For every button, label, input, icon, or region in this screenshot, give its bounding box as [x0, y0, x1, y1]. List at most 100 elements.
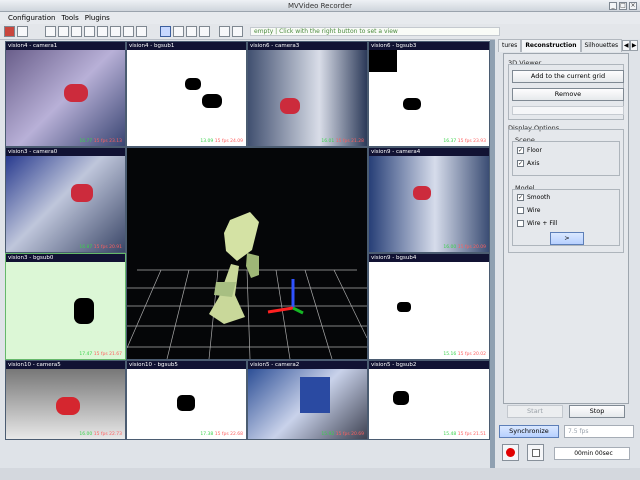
video-status: 15.48 15 fps 21.51 [443, 432, 486, 437]
video-label: vision5 - bgsub2 [369, 361, 489, 369]
video-grid: vision4 - camera1 16.77 15 fps 23.13 visi… [5, 41, 490, 440]
close-button[interactable]: × [629, 2, 637, 10]
axis-checkbox[interactable]: ✓ [517, 160, 524, 167]
window-title-bar: MVVideo Recorder _ □ × [0, 0, 640, 12]
video-frame-image [248, 369, 367, 439]
floor-checkbox[interactable]: ✓ [517, 147, 524, 154]
minimize-button[interactable]: _ [609, 2, 617, 10]
video-label: vision3 - camera0 [6, 148, 125, 156]
wire-label: Wire [527, 207, 541, 214]
3d-reconstruction-view[interactable] [126, 147, 368, 360]
copy-icon-button[interactable] [17, 26, 28, 37]
stop-button[interactable]: Stop [569, 405, 625, 418]
video-label: vision3 - bgsub0 [6, 254, 125, 262]
view-icon-button[interactable] [173, 26, 184, 37]
tab-silhouettes[interactable]: Silhouettes [580, 39, 623, 52]
remove-button[interactable]: Remove [512, 88, 624, 101]
video-label: vision4 - bgsub1 [127, 42, 246, 50]
smooth-checkbox-row[interactable]: ✓ Smooth [517, 194, 550, 201]
video-label: vision5 - camera2 [248, 361, 367, 369]
video-label: vision9 - camera4 [369, 148, 489, 156]
grid-2-icon-button[interactable] [58, 26, 69, 37]
layout-icon-button[interactable] [219, 26, 230, 37]
video-status: 17.38 15 fps 22.68 [200, 432, 243, 437]
panel-tabs: tures Reconstruction Silhouettes ◀ ▶ [498, 39, 640, 52]
video-label: vision4 - camera1 [6, 42, 125, 50]
tool-icon-button[interactable] [199, 26, 210, 37]
video-cell-5[interactable]: vision3 - camera0 16.87 15 fps 20.91 [5, 147, 126, 253]
next-button[interactable]: > [550, 232, 584, 245]
wire-checkbox[interactable] [517, 207, 524, 214]
video-cell-7[interactable]: vision3 - bgsub0 17.47 15 fps 21.67 [5, 253, 126, 360]
grid-selected-icon-button[interactable] [160, 26, 171, 37]
video-status: 16.00 15 fps 22.73 [79, 432, 122, 437]
wire-fill-checkbox-row[interactable]: Wire + Fill [517, 220, 557, 227]
video-status: 16.77 15 fps 23.13 [79, 139, 122, 144]
silhouette-frame [369, 369, 489, 439]
video-label: vision9 - bgsub4 [369, 254, 489, 262]
smooth-label: Smooth [527, 194, 551, 201]
video-frame-image [248, 50, 367, 146]
silhouette-frame [127, 369, 246, 439]
video-frame-image [369, 156, 489, 252]
synchronize-button[interactable]: Synchronize [499, 425, 559, 438]
wire-checkbox-row[interactable]: Wire [517, 207, 541, 214]
viewer-placeholder [512, 106, 624, 115]
tab-scroll-left-icon[interactable]: ◀ [622, 40, 631, 51]
toolbar: empty | Click with the right button to s… [0, 24, 640, 40]
chair-object [64, 84, 88, 102]
silhouette-frame [369, 50, 489, 146]
grid-5-icon-button[interactable] [97, 26, 108, 37]
tab-reconstruction[interactable]: Reconstruction [521, 39, 581, 52]
video-label: vision6 - bgsub3 [369, 42, 489, 50]
wire-fill-label: Wire + Fill [527, 220, 558, 227]
video-status: 13.09 15 fps 24.09 [200, 139, 243, 144]
add-to-grid-button[interactable]: Add to the current grid [512, 70, 624, 83]
video-label: vision6 - camera3 [248, 42, 367, 50]
video-cell-4[interactable]: vision6 - bgsub3 16.37 15 fps 23.93 [368, 41, 490, 147]
video-frame-image [6, 156, 125, 252]
video-cell-10[interactable]: vision10 - bgsub5 17.38 15 fps 22.68 [126, 360, 247, 440]
maximize-button[interactable]: □ [619, 2, 627, 10]
silhouette-frame [6, 262, 125, 359]
video-cell-8[interactable]: vision9 - bgsub4 15.16 15 fps 20.02 [368, 253, 490, 360]
axis-checkbox-row[interactable]: ✓ Axis [517, 160, 539, 167]
grid-8-icon-button[interactable] [136, 26, 147, 37]
video-label: vision10 - bgsub5 [127, 361, 246, 369]
video-cell-1[interactable]: vision4 - camera1 16.77 15 fps 23.13 [5, 41, 126, 147]
camera-icon-button[interactable] [4, 26, 15, 37]
grid-6-icon-button[interactable] [110, 26, 121, 37]
tab-scroll-right-icon[interactable]: ▶ [630, 40, 639, 51]
grid-3-icon-button[interactable] [71, 26, 82, 37]
video-status: 15.16 15 fps 20.02 [443, 352, 486, 357]
stop-record-button[interactable] [527, 444, 544, 461]
video-status: 16.37 15 fps 23.93 [443, 139, 486, 144]
video-cell-3[interactable]: vision6 - camera3 16.01 15 fps 21.28 [247, 41, 368, 147]
record-button[interactable] [502, 444, 519, 461]
video-status: 16.01 15 fps 21.28 [321, 139, 364, 144]
fps-select[interactable]: 7.5 fps [564, 425, 634, 438]
globe-icon-button[interactable] [186, 26, 197, 37]
video-cell-6[interactable]: vision9 - camera4 16.00 15 fps 20.09 [368, 147, 490, 253]
grid-7-icon-button[interactable] [123, 26, 134, 37]
stop-icon [531, 448, 540, 457]
menu-tools[interactable]: Tools [61, 12, 78, 24]
video-cell-11[interactable]: vision5 - camera2 15.92 15 fps 20.69 [247, 360, 368, 440]
menu-bar: Configuration Tools Plugins [0, 12, 640, 24]
wire-fill-checkbox[interactable] [517, 220, 524, 227]
record-icon-button[interactable] [232, 26, 243, 37]
video-cell-9[interactable]: vision10 - camera5 16.00 15 fps 22.73 [5, 360, 126, 440]
grid-1-icon-button[interactable] [45, 26, 56, 37]
grid-4-icon-button[interactable] [84, 26, 95, 37]
reconstruction-panel: 3D Viewer Add to the current grid Remove… [503, 53, 629, 418]
smooth-checkbox[interactable]: ✓ [517, 194, 524, 201]
floor-label: Floor [527, 147, 542, 154]
tab-features[interactable]: tures [498, 39, 522, 52]
floor-checkbox-row[interactable]: ✓ Floor [517, 147, 542, 154]
menu-plugins[interactable]: Plugins [85, 12, 110, 24]
toolbar-hint: empty | Click with the right button to s… [250, 27, 500, 36]
video-cell-2[interactable]: vision4 - bgsub1 13.09 15 fps 24.09 [126, 41, 247, 147]
video-cell-12[interactable]: vision5 - bgsub2 15.48 15 fps 21.51 [368, 360, 490, 440]
menu-configuration[interactable]: Configuration [8, 12, 55, 24]
right-panel: tures Reconstruction Silhouettes ◀ ▶ 3D … [495, 39, 640, 480]
